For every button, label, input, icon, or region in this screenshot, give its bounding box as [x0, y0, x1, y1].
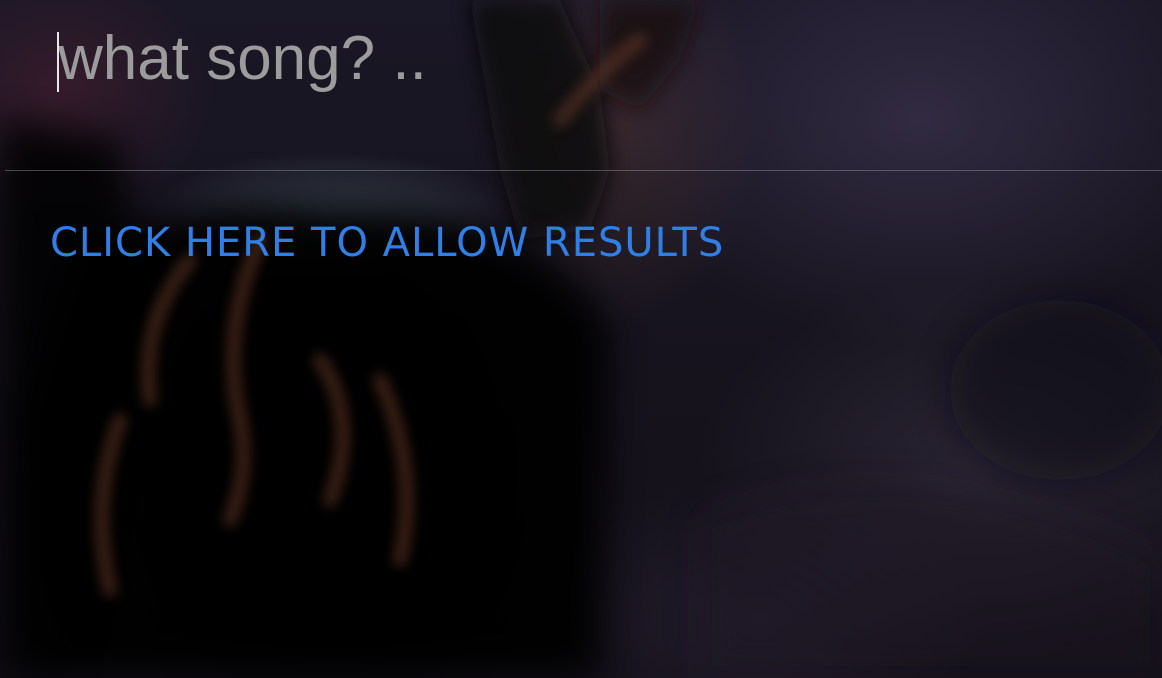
app-screen: CLICK HERE TO ALLOW RESULTS	[0, 0, 1162, 678]
text-caret	[57, 32, 59, 92]
search-bar	[0, 0, 1162, 172]
search-divider	[5, 170, 1162, 171]
song-search-input[interactable]	[58, 24, 1118, 94]
allow-results-link[interactable]: CLICK HERE TO ALLOW RESULTS	[50, 218, 724, 268]
